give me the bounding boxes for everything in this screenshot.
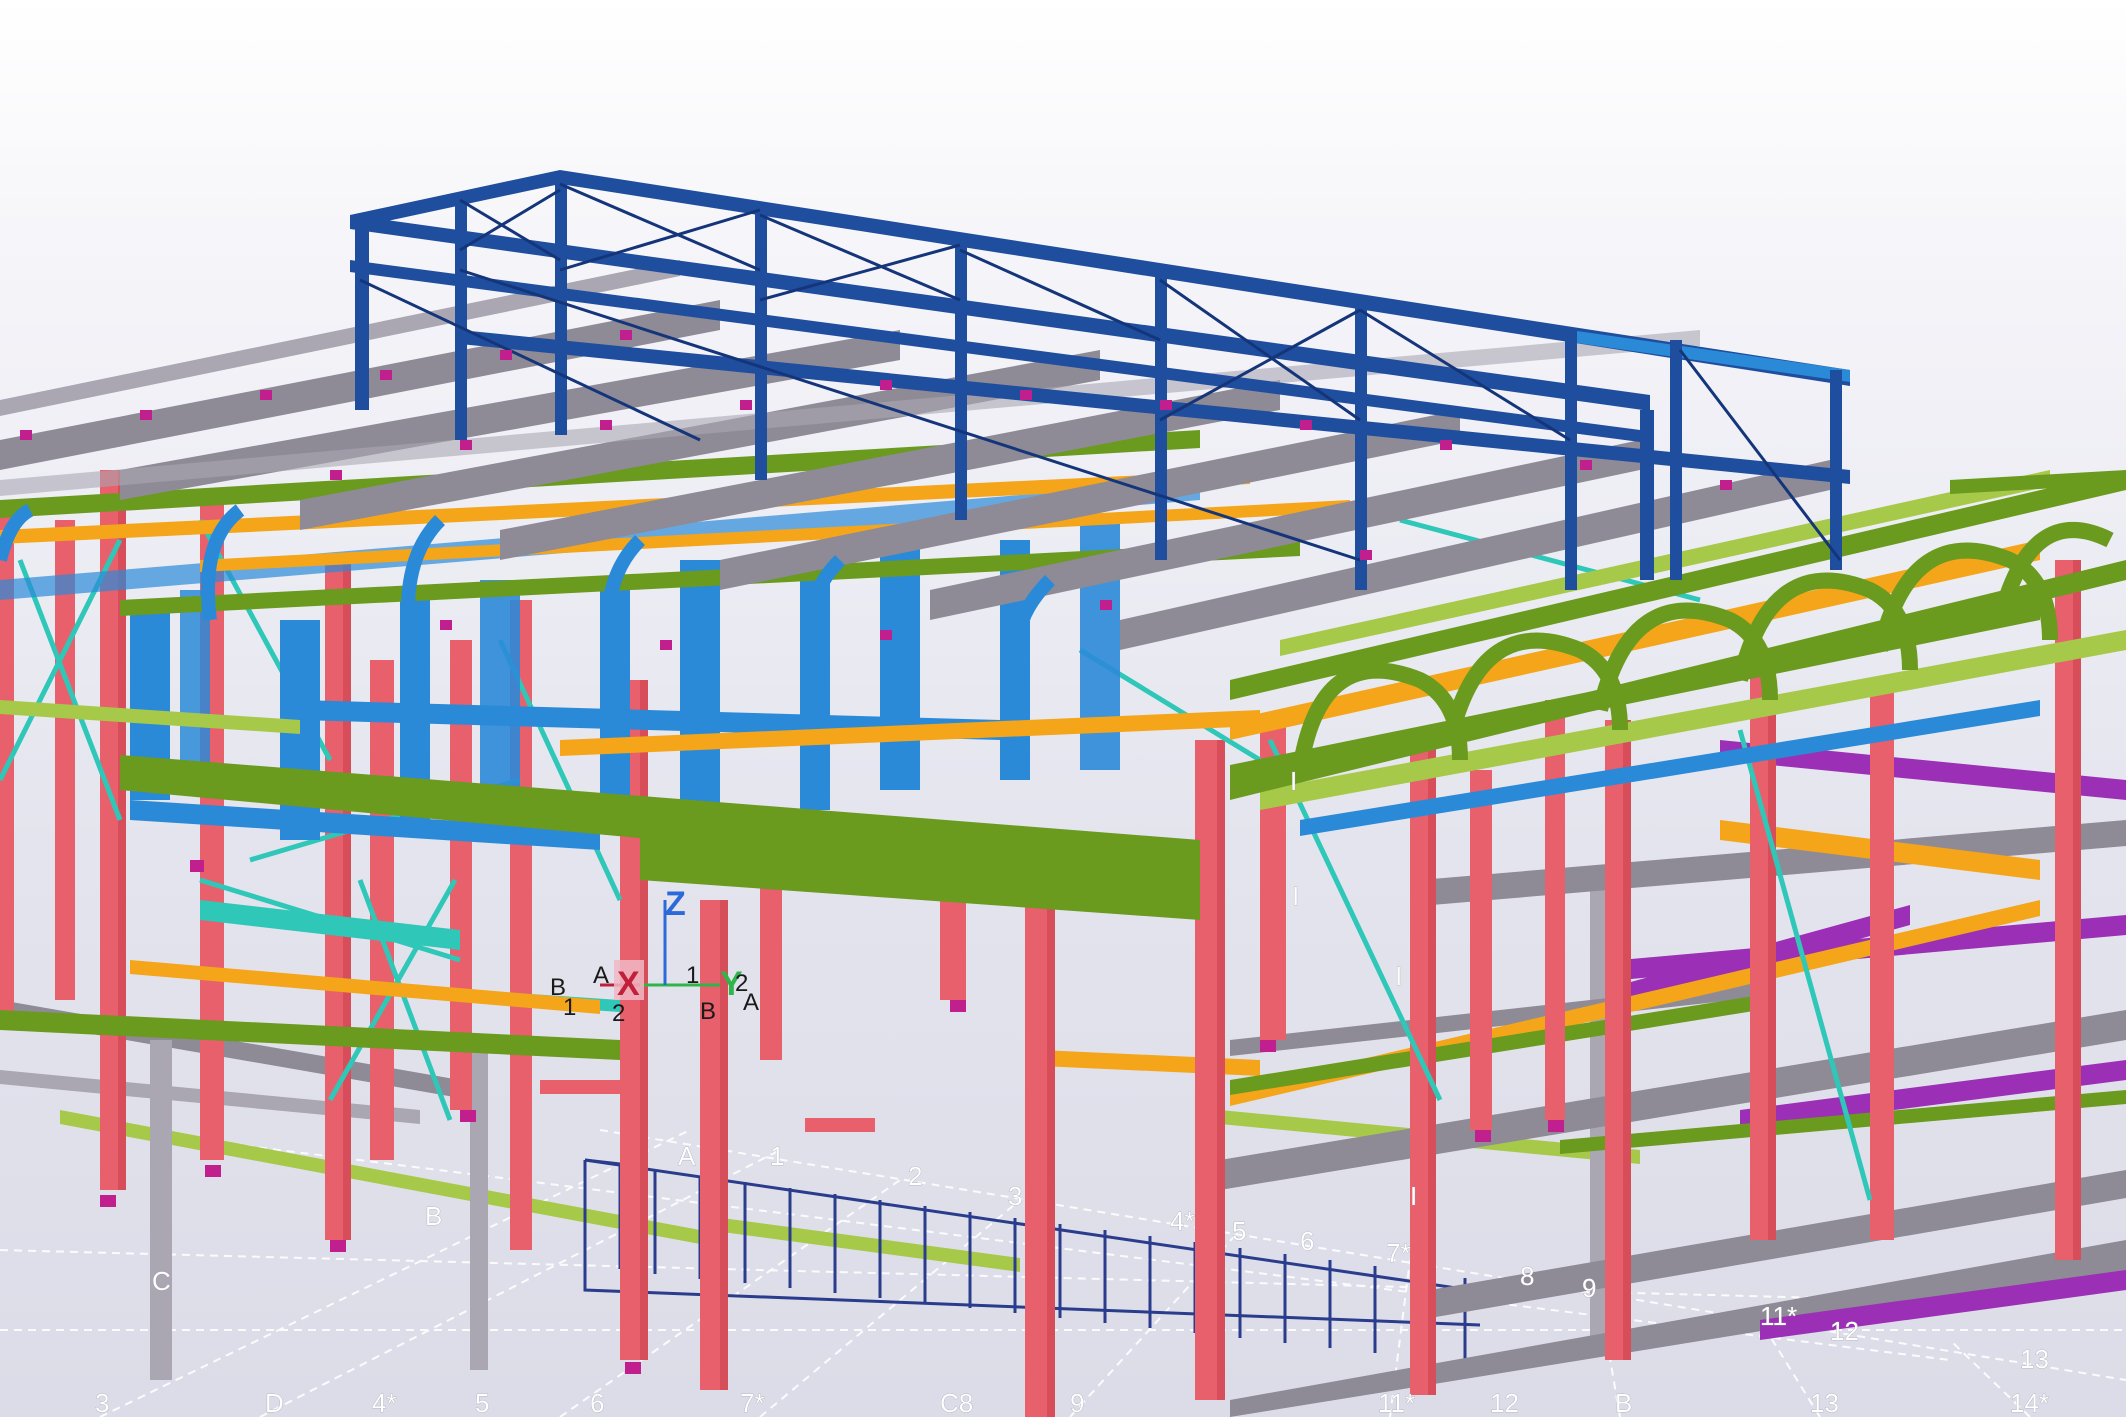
grid-label: C8 <box>940 1388 973 1417</box>
grid-label: 7* <box>740 1388 765 1417</box>
profile-marker: I <box>1290 766 1297 796</box>
grid-label: 9 <box>1070 1388 1084 1417</box>
triad-axis-z: Z <box>665 885 686 923</box>
grid-label: 1 <box>770 1141 784 1171</box>
grid-label: 5 <box>1232 1216 1246 1246</box>
grid-label: A <box>678 1141 696 1171</box>
structural-model-scene[interactable]: I I I I A 1 2 3 4* 5 6 7* 8 9 11* 12 13 … <box>0 0 2126 1417</box>
grid-label: 11* <box>1378 1388 1415 1417</box>
grid-label: 2 <box>908 1161 922 1191</box>
grid-label: 4* <box>1170 1206 1195 1236</box>
profile-marker: I <box>1292 881 1299 911</box>
profile-marker: I <box>1395 961 1402 991</box>
triad-label: A <box>593 962 609 989</box>
grid-labels-front: 3 D 4* 5 6 7* C8 9 11* 12 B 13 14* <box>95 1388 2050 1417</box>
grid-label: D <box>265 1388 284 1417</box>
grid-label: 12 <box>1830 1316 1859 1346</box>
grid-label: C <box>152 1266 171 1296</box>
grid-label: 4* <box>372 1388 397 1417</box>
profile-marker: I <box>1410 1181 1417 1211</box>
grid-label: B <box>425 1201 442 1231</box>
triad-label: 2 <box>612 1000 625 1027</box>
grid-label: 8 <box>1520 1261 1534 1291</box>
triad-label: B <box>700 998 716 1025</box>
grid-label: 6 <box>1300 1226 1314 1256</box>
grid-label: B <box>1615 1388 1632 1417</box>
grid-label: 3 <box>1008 1181 1022 1211</box>
grid-label: 7* <box>1386 1238 1411 1268</box>
grid-label: 5 <box>475 1388 489 1417</box>
grid-label: 14* <box>2010 1388 2049 1417</box>
ground-grid <box>0 1129 2126 1417</box>
grid-label: 3 <box>95 1388 109 1417</box>
grid-label: 13 <box>1810 1388 1839 1417</box>
triad-label: 1 <box>563 994 576 1021</box>
grid-label: 9 <box>1582 1273 1596 1303</box>
grid-label: 13 <box>2020 1344 2049 1374</box>
model-viewport[interactable]: I I I I A 1 2 3 4* 5 6 7* 8 9 11* 12 13 … <box>0 0 2126 1417</box>
grid-label: 12 <box>1490 1388 1519 1417</box>
triad-label: A <box>743 989 759 1016</box>
grid-label: 6 <box>590 1388 604 1417</box>
grid-labels-side: C B <box>152 1201 443 1297</box>
triad-axis-x: X <box>617 965 640 1003</box>
grid-label: 11* <box>1760 1301 1797 1331</box>
triad-label: 1 <box>686 962 699 989</box>
